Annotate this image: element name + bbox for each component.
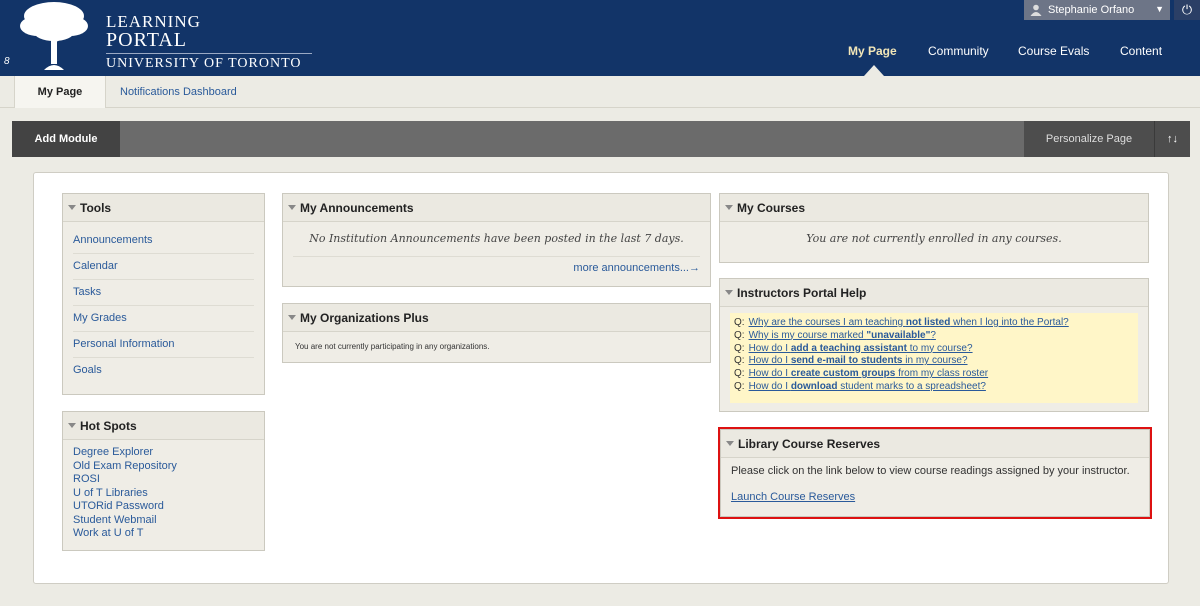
hot-spot-link[interactable]: Work at U of T <box>73 527 254 541</box>
announcements-message: No Institution Announcements have been p… <box>309 232 684 245</box>
tools-link-tasks[interactable]: Tasks <box>73 280 254 306</box>
hot-spots-list: Degree Explorer Old Exam Repository ROSI… <box>63 440 264 547</box>
library-reserves-module: Library Course Reserves Please click on … <box>720 429 1150 517</box>
help-question-row: Q: How do I create custom groups from my … <box>734 368 1134 381</box>
q-label: Q: <box>734 342 745 354</box>
courses-module: My Courses You are not currently enrolle… <box>719 193 1149 263</box>
help-question-link[interactable]: How do I create custom groups from my cl… <box>749 368 989 379</box>
nav-community[interactable]: Community <box>928 44 989 58</box>
announcements-title: My Announcements <box>300 200 414 215</box>
tools-link-personal-information[interactable]: Personal Information <box>73 332 254 358</box>
organizations-title: My Organizations Plus <box>300 310 429 325</box>
launch-course-reserves-link[interactable]: Launch Course Reserves <box>721 477 1149 503</box>
courses-header[interactable]: My Courses <box>720 194 1148 222</box>
user-menu[interactable]: Stephanie Orfano ▼ <box>1024 0 1170 20</box>
q-label: Q: <box>734 368 745 380</box>
help-faq-box: Q: Why are the courses I am teaching not … <box>730 313 1138 403</box>
tools-module: Tools Announcements Calendar Tasks My Gr… <box>62 193 265 395</box>
organizations-header[interactable]: My Organizations Plus <box>283 304 710 332</box>
help-question-row: Q: How do I send e-mail to students in my… <box>734 355 1134 368</box>
help-question-row: Q: How do I add a teaching assistant to m… <box>734 343 1134 356</box>
user-icon <box>1030 4 1042 16</box>
nav-content[interactable]: Content <box>1120 44 1162 58</box>
reorder-icon[interactable]: ↑↓ <box>1154 121 1190 157</box>
q-label: Q: <box>734 329 745 341</box>
collapse-triangle-icon[interactable] <box>288 315 296 320</box>
hot-spot-link[interactable]: Degree Explorer <box>73 446 254 460</box>
help-question-row: Q: Why are the courses I am teaching not … <box>734 317 1134 330</box>
library-reserves-title: Library Course Reserves <box>738 436 881 451</box>
hot-spot-link[interactable]: Old Exam Repository <box>73 460 254 474</box>
q-label: Q: <box>734 380 745 392</box>
divider <box>293 256 700 257</box>
help-question-link[interactable]: How do I download student marks to a spr… <box>749 381 986 392</box>
tab-notifications-dashboard[interactable]: Notifications Dashboard <box>120 86 237 98</box>
logout-power-button[interactable]: ⏻ <box>1174 0 1200 20</box>
add-module-button[interactable]: Add Module <box>12 121 120 157</box>
help-question-link[interactable]: Why are the courses I am teaching not li… <box>749 317 1069 328</box>
tools-link-goals[interactable]: Goals <box>73 358 254 384</box>
more-announcements-link[interactable]: more announcements...→ <box>573 262 700 274</box>
hot-spots-title: Hot Spots <box>80 418 137 433</box>
collapse-triangle-icon[interactable] <box>288 205 296 210</box>
tools-title: Tools <box>80 200 112 215</box>
page-toolbar: Add Module Personalize Page ↑↓ <box>12 121 1190 157</box>
help-question-link[interactable]: Why is my course marked "unavailable"? <box>749 330 936 341</box>
nav-course-evals[interactable]: Course Evals <box>1018 44 1089 58</box>
hot-spots-module: Hot Spots Degree Explorer Old Exam Repos… <box>62 411 265 551</box>
help-question-row: Q: How do I download student marks to a s… <box>734 381 1134 394</box>
tools-list: Announcements Calendar Tasks My Grades P… <box>63 222 264 384</box>
collapse-triangle-icon[interactable] <box>726 441 734 446</box>
hot-spot-link[interactable]: ROSI <box>73 473 254 487</box>
tools-link-announcements[interactable]: Announcements <box>73 228 254 254</box>
active-nav-indicator <box>864 65 884 76</box>
hot-spot-link[interactable]: Student Webmail <box>73 514 254 528</box>
tools-header[interactable]: Tools <box>63 194 264 222</box>
help-question-link[interactable]: How do I add a teaching assistant to my … <box>749 343 973 354</box>
library-reserves-header[interactable]: Library Course Reserves <box>721 430 1149 458</box>
organizations-message: You are not currently participating in a… <box>295 342 490 351</box>
hot-spots-header[interactable]: Hot Spots <box>63 412 264 440</box>
personalize-page-button[interactable]: Personalize Page <box>1024 121 1154 157</box>
help-question-row: Q: Why is my course marked "unavailable"? <box>734 330 1134 343</box>
chevron-down-icon: ▼ <box>1155 4 1164 14</box>
sub-tabs: My Page Notifications Dashboard <box>0 76 1200 108</box>
main-nav: My Page Community Course Evals Content <box>0 44 1200 64</box>
q-label: Q: <box>734 355 745 367</box>
collapse-triangle-icon[interactable] <box>68 205 76 210</box>
library-reserves-text: Please click on the link below to view c… <box>731 465 1130 477</box>
q-label: Q: <box>734 317 745 328</box>
collapse-triangle-icon[interactable] <box>725 205 733 210</box>
tools-link-calendar[interactable]: Calendar <box>73 254 254 280</box>
nav-my-page[interactable]: My Page <box>848 44 897 58</box>
tab-my-page[interactable]: My Page <box>14 76 106 108</box>
collapse-triangle-icon[interactable] <box>725 290 733 295</box>
organizations-module: My Organizations Plus You are not curren… <box>282 303 711 363</box>
courses-title: My Courses <box>737 200 806 215</box>
hot-spot-link[interactable]: U of T Libraries <box>73 487 254 501</box>
portal-help-header[interactable]: Instructors Portal Help <box>720 279 1148 307</box>
power-icon: ⏻ <box>1181 2 1193 17</box>
courses-message: You are not currently enrolled in any co… <box>806 232 1062 245</box>
help-question-link[interactable]: How do I send e-mail to students in my c… <box>749 355 968 366</box>
top-header: LEARNING PORTAL UNIVERSITY OF TORONTO 8 … <box>0 0 1200 76</box>
portal-help-title: Instructors Portal Help <box>737 285 867 300</box>
tools-link-my-grades[interactable]: My Grades <box>73 306 254 332</box>
hot-spot-link[interactable]: UTORid Password <box>73 500 254 514</box>
user-name: Stephanie Orfano <box>1048 4 1135 16</box>
portal-help-module: Instructors Portal Help Q: Why are the co… <box>719 278 1149 412</box>
announcements-module: My Announcements No Institution Announce… <box>282 193 711 287</box>
announcements-header[interactable]: My Announcements <box>283 194 710 222</box>
collapse-triangle-icon[interactable] <box>68 423 76 428</box>
